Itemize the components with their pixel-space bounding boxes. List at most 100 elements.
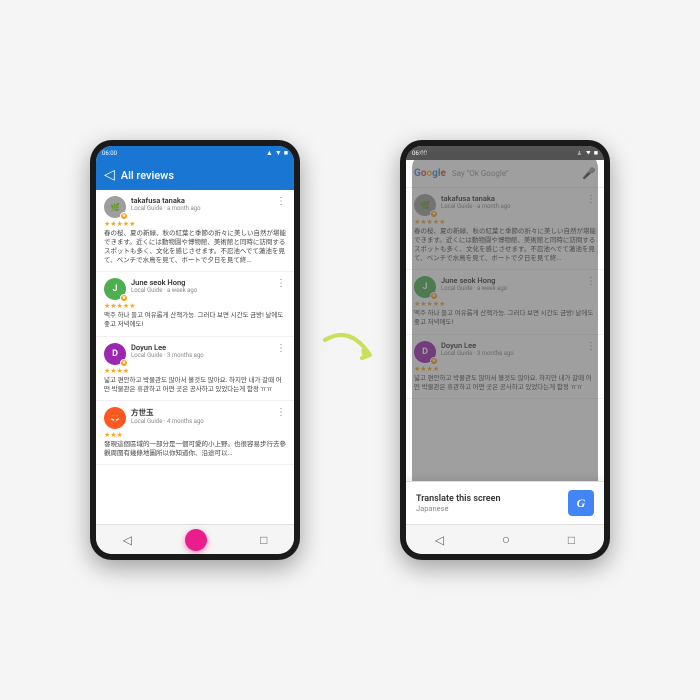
recents-button[interactable]: □	[260, 533, 267, 547]
app-bar-title: All reviews	[121, 169, 286, 182]
reviewer-name: takafusa tanaka	[131, 196, 271, 205]
wifi-icon: ▼	[275, 149, 282, 157]
reviewer-name: Doyun Lee	[131, 343, 271, 352]
left-phone-screen: 06:00 ▲ ▼ ■ ◁ All reviews 🌿	[96, 146, 294, 554]
review-item: 🌿 ★ takafusa tanaka Local Guide · a mont…	[96, 190, 294, 272]
right-reviews-list: 🌿 ★ takafusa tanaka Local Guide · a mont…	[406, 188, 604, 524]
avatar: D ★	[414, 341, 436, 363]
avatar: 🌿 ★	[104, 196, 126, 218]
more-icon[interactable]: ⋮	[276, 278, 286, 289]
signal-icon: ▲	[576, 149, 583, 157]
avatar: D ★	[104, 343, 126, 365]
review-text: 넓고 편안하고 박물관도 많아서 볼것도 많아요. 하지만 내가 갈때 어떤 박…	[414, 374, 596, 392]
reviewer-name: takafusa tanaka	[441, 194, 581, 203]
avatar: 🦊	[104, 407, 126, 429]
voice-search-hint: Say "Ok Google"	[452, 169, 576, 178]
right-phone-screen: 06:00 ▲ ▼ ■ Google Say "Ok Google" 🎤	[406, 146, 604, 554]
avatar: J ★	[414, 276, 436, 298]
google-logo: Google	[414, 168, 446, 179]
guide-badge: ★	[120, 359, 128, 367]
translate-text-block: Translate this screen Japanese	[416, 494, 560, 513]
review-stars: ★★★★★	[414, 300, 596, 308]
google-translate-icon[interactable]: G	[568, 490, 594, 516]
recents-button[interactable]: □	[568, 533, 575, 547]
reviewer-info: takafusa tanaka Local Guide · a month ag…	[441, 194, 581, 210]
left-status-icons: ▲ ▼ ■	[266, 149, 288, 157]
signal-icon: ▲	[266, 149, 273, 157]
review-stars: ★★★	[104, 431, 286, 439]
review-item: 🦊 方世玉 Local Guide · 4 months ago ⋮ ★★★ 發…	[96, 401, 294, 465]
reviews-list: 🌿 ★ takafusa tanaka Local Guide · a mont…	[96, 190, 294, 524]
review-item: J ★ June seok Hong Local Guide · a week …	[406, 270, 604, 334]
battery-icon: ■	[284, 149, 288, 157]
review-stars: ★★★★★	[104, 220, 286, 228]
review-header: 🌿 ★ takafusa tanaka Local Guide · a mont…	[414, 194, 596, 216]
guide-badge: ★	[430, 357, 438, 365]
review-item: J ★ June seok Hong Local Guide · a week …	[96, 272, 294, 336]
mic-icon[interactable]: 🎤	[582, 167, 596, 180]
more-icon[interactable]: ⋮	[276, 343, 286, 354]
review-text: 發現這個區域的一部分是一個可愛的小上野。也很容易步行去參觀周圍有幾條地圖所以你知…	[104, 440, 286, 458]
more-icon[interactable]: ⋮	[586, 194, 596, 205]
reviewer-info: June seok Hong Local Guide · a week ago	[441, 276, 581, 292]
review-text: 春の桜、夏の新緑、秋の紅葉と季節の折々に美しい自然が堪能できます。近くには動物園…	[104, 229, 286, 265]
translate-popup-wrapper: Translate this screen Japanese G	[406, 481, 604, 524]
reviewer-name: 方世玉	[131, 407, 271, 418]
right-phone: 06:00 ▲ ▼ ■ Google Say "Ok Google" 🎤	[400, 140, 610, 560]
more-icon[interactable]: ⋮	[276, 196, 286, 207]
review-stars: ★★★★	[414, 365, 596, 373]
more-icon[interactable]: ⋮	[586, 276, 596, 287]
more-icon[interactable]: ⋮	[276, 407, 286, 418]
reviewer-info: 方世玉 Local Guide · 4 months ago	[131, 407, 271, 425]
reviewer-meta: Local Guide · a month ago	[131, 205, 271, 212]
review-item: 🌿 ★ takafusa tanaka Local Guide · a mont…	[406, 188, 604, 270]
review-header: 🦊 方世玉 Local Guide · 4 months ago ⋮	[104, 407, 286, 429]
guide-badge: ★	[430, 210, 438, 218]
review-item: D ★ Doyun Lee Local Guide · 3 months ago…	[406, 335, 604, 399]
back-button[interactable]: ◁	[104, 167, 115, 183]
right-time: 06:00	[412, 150, 427, 157]
review-stars: ★★★★	[104, 367, 286, 375]
left-status-bar: 06:00 ▲ ▼ ■	[96, 146, 294, 160]
reviewer-meta: Local Guide · a week ago	[131, 287, 271, 294]
google-search-bar[interactable]: Google Say "Ok Google" 🎤	[406, 160, 604, 188]
home-button[interactable]	[185, 529, 207, 551]
translate-popup[interactable]: Translate this screen Japanese G	[406, 481, 604, 524]
left-bottom-nav: ◁ □	[96, 524, 294, 554]
transition-arrow	[320, 320, 380, 380]
reviewer-meta: Local Guide · 3 months ago	[441, 350, 581, 357]
review-stars: ★★★★★	[104, 302, 286, 310]
translate-icon-label: G	[577, 496, 586, 511]
reviewer-name: June seok Hong	[131, 278, 271, 287]
reviewer-info: takafusa tanaka Local Guide · a month ag…	[131, 196, 271, 212]
more-icon[interactable]: ⋮	[586, 341, 596, 352]
translate-title: Translate this screen	[416, 494, 560, 504]
back-nav-button[interactable]: ◁	[435, 533, 444, 547]
back-nav-button[interactable]: ◁	[123, 533, 132, 547]
review-header: D ★ Doyun Lee Local Guide · 3 months ago…	[104, 343, 286, 365]
review-text: 맥주 하나 들고 여유롭게 산책가능. 그러다 보면 시간도 금방! 날에도 좋…	[414, 309, 596, 327]
reviewer-meta: Local Guide · 4 months ago	[131, 418, 271, 425]
review-text: 春の桜、夏の新緑、秋の紅葉と季節の折々に美しい自然が堪能できます。近くには動物園…	[414, 227, 596, 263]
right-bottom-nav: ◁ ○ □	[406, 524, 604, 554]
reviewer-info: June seok Hong Local Guide · a week ago	[131, 278, 271, 294]
review-header: 🌿 ★ takafusa tanaka Local Guide · a mont…	[104, 196, 286, 218]
review-stars: ★★★★★	[414, 218, 596, 226]
review-header: J ★ June seok Hong Local Guide · a week …	[104, 278, 286, 300]
review-header: J ★ June seok Hong Local Guide · a week …	[414, 276, 596, 298]
main-container: 06:00 ▲ ▼ ■ ◁ All reviews 🌿	[90, 140, 610, 560]
right-status-icons: ▲ ▼ ■	[576, 149, 598, 157]
reviewer-meta: Local Guide · 3 months ago	[131, 352, 271, 359]
review-item: D ★ Doyun Lee Local Guide · 3 months ago…	[96, 337, 294, 401]
guide-badge: ★	[120, 212, 128, 220]
arrow-container	[330, 320, 370, 380]
reviewer-name: June seok Hong	[441, 276, 581, 285]
avatar: 🌿 ★	[414, 194, 436, 216]
home-nav-button[interactable]: ○	[502, 531, 510, 548]
guide-badge: ★	[120, 294, 128, 302]
review-text: 맥주 하나 들고 여유롭게 산책가능. 그러다 보면 시간도 금방! 날에도 좋…	[104, 311, 286, 329]
reviewer-info: Doyun Lee Local Guide · 3 months ago	[131, 343, 271, 359]
reviewer-name: Doyun Lee	[441, 341, 581, 350]
left-time: 06:00	[102, 150, 117, 157]
review-header: D ★ Doyun Lee Local Guide · 3 months ago…	[414, 341, 596, 363]
